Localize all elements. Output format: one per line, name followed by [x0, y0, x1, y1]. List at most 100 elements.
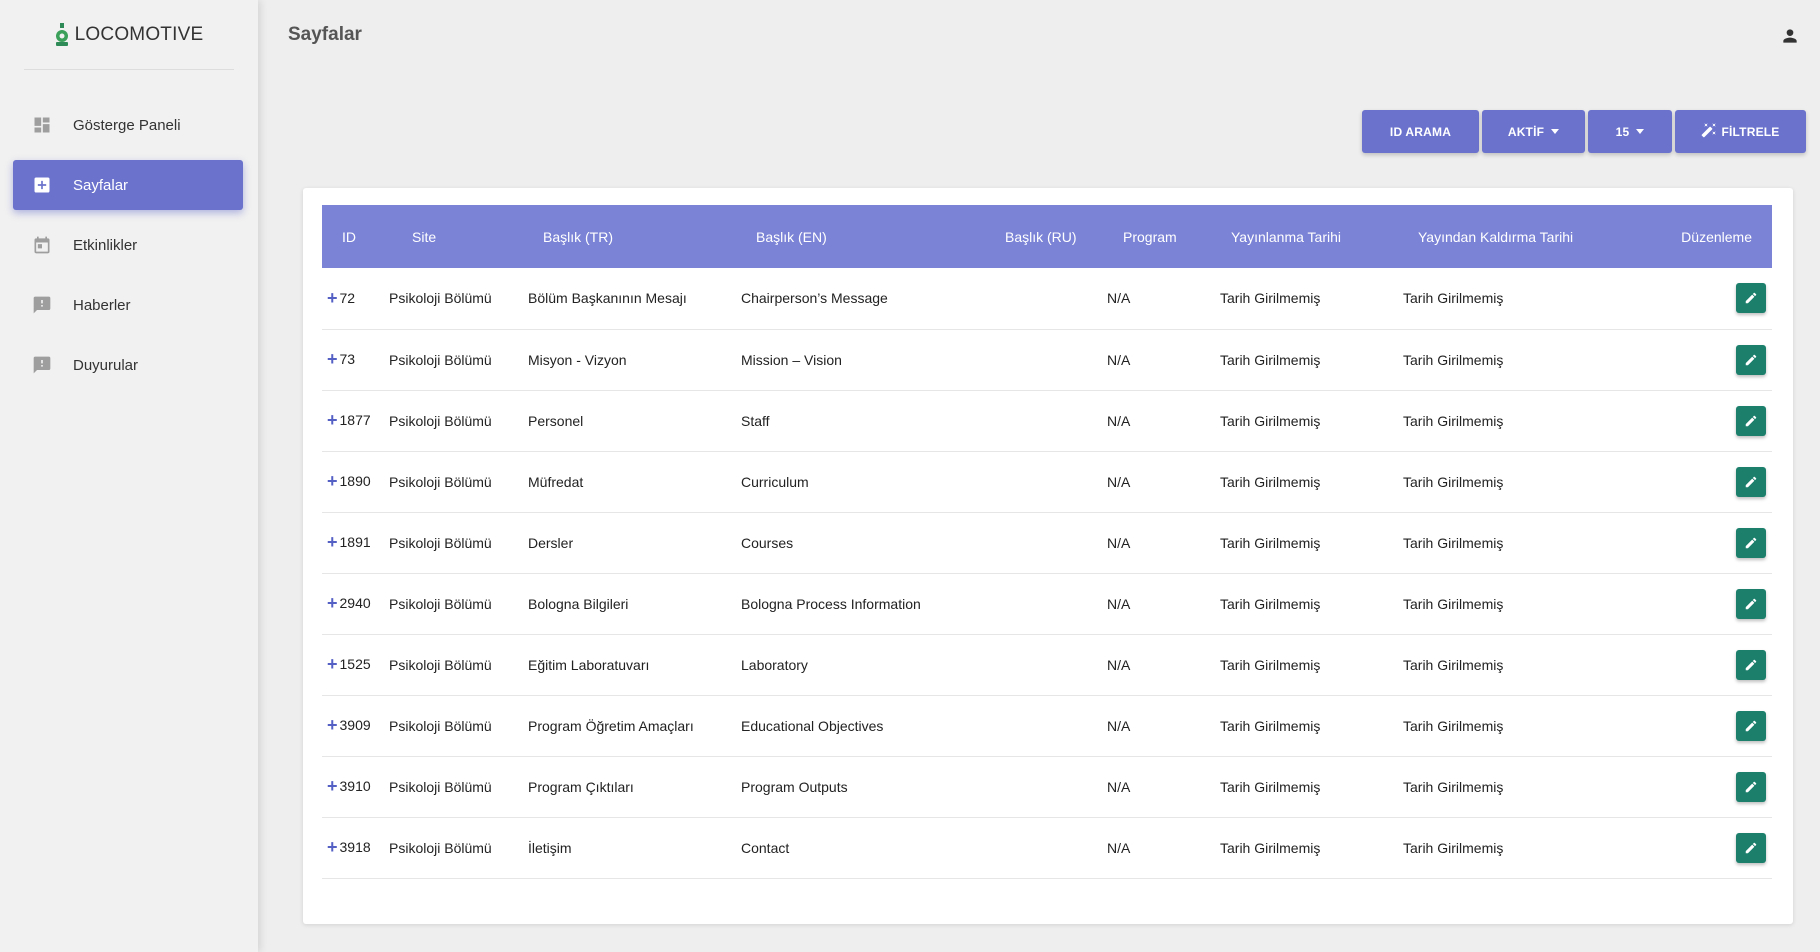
- expand-row-toggle[interactable]: + 3910: [327, 776, 371, 796]
- pencil-icon: [1745, 659, 1757, 670]
- row-title-ru: [974, 390, 1107, 451]
- pages-icon: [31, 174, 53, 196]
- sidebar-item-events[interactable]: Etkinlikler: [13, 220, 243, 270]
- row-unpublish-date: Tarih Girilmemiş: [1403, 473, 1504, 490]
- expand-row-toggle[interactable]: + 1525: [327, 655, 371, 673]
- row-id-cell: + 1891: [322, 512, 389, 573]
- row-id-cell: + 2940: [322, 573, 389, 634]
- row-id-cell: + 3918: [322, 817, 389, 878]
- edit-button[interactable]: [1736, 405, 1766, 436]
- expand-row-toggle[interactable]: + 2940: [327, 593, 371, 613]
- table-row: + 1877 Psikoloji Bölümü Personel Staff N…: [322, 390, 1772, 451]
- row-id: 72: [339, 289, 356, 306]
- sidebar-item-news[interactable]: Haberler: [13, 280, 243, 330]
- row-program: N/A: [1107, 290, 1131, 307]
- row-id: 3910: [339, 778, 371, 794]
- row-publish-date: Tarih Girilmemiş: [1220, 839, 1321, 856]
- sidebar-item-dashboard[interactable]: Gösterge Paneli: [13, 100, 243, 150]
- edit-button[interactable]: [1736, 832, 1766, 863]
- status-filter-dropdown[interactable]: AKTİF: [1482, 110, 1585, 153]
- column-header-id[interactable]: ID: [322, 205, 389, 268]
- column-header-program[interactable]: Program: [1107, 205, 1220, 268]
- row-title-tr: Bologna Bilgileri: [528, 595, 629, 612]
- table-row: + 2940 Psikoloji Bölümü Bologna Bilgiler…: [322, 573, 1772, 634]
- row-edit-cell: [1603, 512, 1772, 573]
- page-title: Sayfalar: [288, 24, 362, 45]
- table-header-row: ID Site Başlık (TR) Başlık (EN) Başlık (…: [322, 205, 1772, 268]
- toolbar: ID ARAMA AKTİF 15 FİLTRELE: [1362, 110, 1806, 153]
- row-title-en: Chairperson’s Message: [741, 290, 888, 307]
- row-unpublish-date: Tarih Girilmemiş: [1403, 351, 1504, 368]
- row-title-ru: [974, 268, 1107, 329]
- column-header-title-ru[interactable]: Başlık (RU): [974, 205, 1107, 268]
- edit-button[interactable]: [1736, 344, 1766, 375]
- row-program: N/A: [1107, 717, 1131, 734]
- column-header-site[interactable]: Site: [389, 205, 528, 268]
- dashboard-icon: [31, 114, 53, 136]
- row-id: 1890: [339, 473, 371, 489]
- expand-row-toggle[interactable]: + 3918: [327, 837, 371, 857]
- plus-icon: +: [327, 837, 338, 857]
- column-header-title-en[interactable]: Başlık (EN): [741, 205, 974, 268]
- row-edit-cell: [1603, 817, 1772, 878]
- sidebar-item-announcements[interactable]: Duyurular: [13, 340, 243, 390]
- sidebar-item-pages[interactable]: Sayfalar: [13, 160, 243, 210]
- sidebar-item-label: Sayfalar: [73, 176, 129, 194]
- table-row: + 3909 Psikoloji Bölümü Program Öğretim …: [322, 695, 1772, 756]
- row-publish-date: Tarih Girilmemiş: [1220, 717, 1321, 734]
- id-search-button[interactable]: ID ARAMA: [1362, 110, 1479, 153]
- edit-button[interactable]: [1736, 527, 1766, 558]
- row-title-en: Courses: [741, 534, 794, 551]
- row-title-tr: Misyon - Vizyon: [528, 351, 627, 368]
- news-icon: [31, 294, 53, 316]
- edit-button[interactable]: [1736, 771, 1766, 802]
- edit-button[interactable]: [1736, 283, 1766, 314]
- magic-wand-icon: [1701, 122, 1717, 141]
- expand-row-toggle[interactable]: + 1877: [327, 411, 371, 429]
- column-header-publish-date[interactable]: Yayınlanma Tarihi: [1220, 205, 1403, 268]
- pages-table: ID Site Başlık (TR) Başlık (EN) Başlık (…: [322, 205, 1772, 879]
- row-title-en: Bologna Process Information: [741, 595, 921, 612]
- column-header-edit: Düzenleme: [1681, 228, 1752, 245]
- column-header-unpublish-date[interactable]: Yayından Kaldırma Tarihi: [1403, 205, 1603, 268]
- row-id-cell: + 72: [322, 268, 389, 329]
- row-title-tr: Bölüm Başkanının Mesajı: [528, 290, 687, 307]
- row-unpublish-date: Tarih Girilmemiş: [1403, 534, 1504, 551]
- edit-button[interactable]: [1736, 466, 1766, 497]
- account-icon[interactable]: [1780, 26, 1800, 46]
- expand-row-toggle[interactable]: + 3909: [327, 716, 371, 734]
- row-unpublish-date: Tarih Girilmemiş: [1403, 412, 1504, 429]
- brand-logo[interactable]: LOCOMOTIVE: [24, 0, 234, 70]
- expand-row-toggle[interactable]: + 73: [327, 350, 355, 368]
- row-edit-cell: [1603, 390, 1772, 451]
- row-title-ru: [974, 451, 1107, 512]
- table-row: + 1891 Psikoloji Bölümü Dersler Courses …: [322, 512, 1772, 573]
- pencil-icon: [1745, 292, 1757, 304]
- expand-row-toggle[interactable]: + 72: [327, 289, 356, 307]
- filter-button[interactable]: FİLTRELE: [1675, 110, 1806, 153]
- row-unpublish-date: Tarih Girilmemiş: [1403, 595, 1504, 612]
- pencil-icon: [1745, 842, 1757, 853]
- table-body: + 72 Psikoloji Bölümü Bölüm Başkanının M…: [322, 268, 1772, 878]
- pencil-icon: [1745, 720, 1757, 731]
- row-title-tr: Program Öğretim Amaçları: [528, 717, 694, 734]
- page-size-dropdown[interactable]: 15: [1588, 110, 1672, 153]
- column-header-title-tr[interactable]: Başlık (TR): [528, 205, 741, 268]
- row-edit-cell: [1603, 329, 1772, 390]
- row-publish-date: Tarih Girilmemiş: [1220, 656, 1321, 673]
- table-row: + 72 Psikoloji Bölümü Bölüm Başkanının M…: [322, 268, 1772, 329]
- expand-row-toggle[interactable]: + 1891: [327, 533, 371, 551]
- row-unpublish-date: Tarih Girilmemiş: [1403, 656, 1504, 673]
- brand-name: LOCOMOTIVE: [74, 23, 204, 45]
- plus-icon: +: [327, 776, 338, 796]
- plus-icon: +: [327, 593, 338, 613]
- edit-button[interactable]: [1736, 649, 1766, 680]
- expand-row-toggle[interactable]: + 1890: [327, 472, 371, 490]
- edit-button[interactable]: [1736, 710, 1766, 741]
- row-id: 3918: [339, 839, 371, 855]
- table-row: + 73 Psikoloji Bölümü Misyon - Vizyon Mi…: [322, 329, 1772, 390]
- caret-down-icon: [1551, 129, 1560, 134]
- edit-button[interactable]: [1736, 588, 1766, 619]
- row-program: N/A: [1107, 473, 1131, 490]
- sidebar-item-label: Gösterge Paneli: [73, 116, 181, 134]
